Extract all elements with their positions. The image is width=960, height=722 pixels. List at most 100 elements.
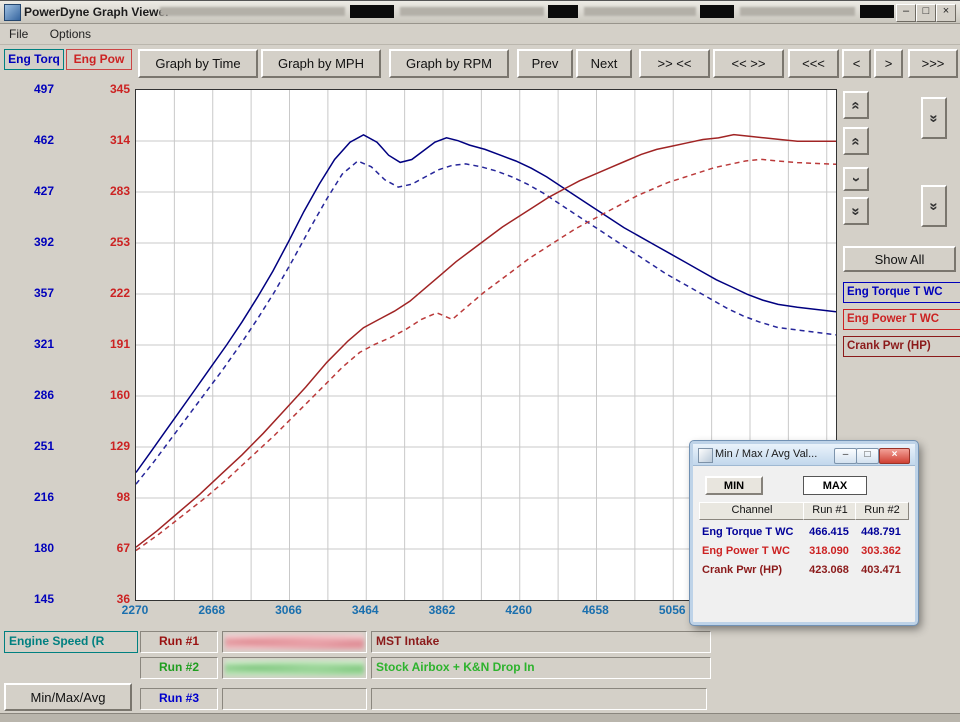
scroll-down-double-icon[interactable]: » [843, 197, 869, 225]
rpm-tick-label: 5056 [650, 603, 694, 617]
redacted-text [225, 634, 364, 650]
dialog-icon [698, 448, 713, 463]
torque-tick-label: 145 [14, 592, 54, 606]
rpm-tick-label: 4260 [497, 603, 541, 617]
show-all-button[interactable]: Show All [843, 246, 956, 272]
table-row-run2-value: 403.471 [855, 564, 907, 578]
zoom-in-button[interactable]: >> << [639, 49, 710, 78]
dialog-maximize-button[interactable]: □ [856, 448, 879, 464]
pan-right-button[interactable]: > [874, 49, 903, 78]
torque-tick-label: 251 [14, 439, 54, 453]
torque-tick-label: 462 [14, 133, 54, 147]
legend-eng-torque[interactable]: Eng Torque T WC [843, 282, 960, 303]
power-tick-label: 191 [90, 337, 130, 351]
torque-tick-label: 321 [14, 337, 54, 351]
run1-name-field-redacted [222, 631, 367, 653]
graph-by-rpm-button[interactable]: Graph by RPM [389, 49, 509, 78]
power-tick-label: 253 [90, 235, 130, 249]
engine-speed-field[interactable]: Engine Speed (R [4, 631, 138, 653]
next-button[interactable]: Next [576, 49, 632, 78]
run3-label: Run #3 [140, 688, 218, 710]
redacted-text [548, 5, 578, 18]
power-tick-label: 129 [90, 439, 130, 453]
torque-tick-label: 392 [14, 235, 54, 249]
run1-label: Run #1 [140, 631, 218, 653]
chevron-up-icon: « [849, 137, 864, 145]
app-icon [4, 4, 21, 21]
legend-crank-pwr[interactable]: Crank Pwr (HP) [843, 336, 960, 357]
maximize-button[interactable]: □ [916, 4, 936, 22]
scroll-up-double-icon[interactable]: « [843, 127, 869, 155]
run3-name-field [222, 688, 367, 710]
torque-axis-header[interactable]: Eng Torq [4, 49, 64, 70]
chevron-down-icon: › [849, 177, 864, 182]
torque-tick-label: 497 [14, 82, 54, 96]
dialog-close-button[interactable]: × [879, 448, 910, 464]
redacted-text [225, 660, 364, 676]
power-tick-label: 222 [90, 286, 130, 300]
dialog-minimize-button[interactable]: – [834, 448, 857, 464]
legend-eng-power[interactable]: Eng Power T WC [843, 309, 960, 330]
power-tick-label: 283 [90, 184, 130, 198]
table-row-channel: Eng Torque T WC [702, 526, 803, 540]
pan-left-button[interactable]: < [842, 49, 871, 78]
powerdyne-window: { "window": { "title": "PowerDyne Graph … [0, 0, 960, 721]
column-header-run2: Run #2 [855, 502, 909, 520]
scroll-down-double-icon[interactable]: » [921, 97, 947, 139]
chevron-up-icon: « [849, 101, 864, 109]
column-header-channel: Channel [699, 502, 805, 520]
redacted-text [700, 5, 734, 18]
graph-by-mph-button[interactable]: Graph by MPH [261, 49, 381, 78]
table-row-channel: Eng Power T WC [702, 545, 803, 559]
close-button[interactable]: × [936, 4, 956, 22]
menu-options[interactable]: Options [41, 24, 100, 43]
title-bar: PowerDyne Graph Viewer – □ × [0, 1, 960, 24]
rpm-tick-label: 3464 [343, 603, 387, 617]
min-max-avg-button[interactable]: Min/Max/Avg [4, 683, 132, 711]
redacted-text [160, 7, 345, 16]
torque-tick-label: 427 [14, 184, 54, 198]
table-row-channel: Crank Pwr (HP) [702, 564, 803, 578]
zoom-out-button[interactable]: << >> [713, 49, 784, 78]
redacted-text [740, 7, 855, 16]
redacted-text [584, 7, 696, 16]
chevron-down-icon: » [927, 114, 942, 122]
minmax-dialog: Min / Max / Avg Val... – □ × MIN MAX Cha… [690, 441, 918, 625]
scroll-down-single-icon[interactable]: › [843, 167, 869, 191]
menu-file[interactable]: File [0, 24, 37, 43]
power-tick-label: 98 [90, 490, 130, 504]
rpm-tick-label: 3066 [266, 603, 310, 617]
dialog-title: Min / Max / Avg Val... [715, 448, 817, 460]
redacted-text [350, 5, 394, 18]
window-bottom-border [0, 713, 960, 722]
table-row-run1-value: 466.415 [803, 526, 855, 540]
scroll-down-double-icon[interactable]: » [921, 185, 947, 227]
run3-note-field [371, 688, 707, 710]
prev-button[interactable]: Prev [517, 49, 573, 78]
rpm-tick-label: 2668 [190, 603, 234, 617]
max-tab-button[interactable]: MAX [803, 476, 867, 495]
redacted-text [400, 7, 544, 16]
rpm-tick-label: 4658 [573, 603, 617, 617]
table-row-run2-value: 303.362 [855, 545, 907, 559]
column-header-run1: Run #1 [803, 502, 857, 520]
window-title: PowerDyne Graph Viewer [24, 5, 170, 19]
torque-tick-label: 180 [14, 541, 54, 555]
rpm-tick-label: 2270 [113, 603, 157, 617]
graph-by-time-button[interactable]: Graph by Time [138, 49, 258, 78]
scroll-up-double-icon[interactable]: « [843, 91, 869, 119]
series-eng-torque-t-wc-run-1 [136, 135, 836, 473]
min-tab-button[interactable]: MIN [705, 476, 763, 495]
pan-far-left-button[interactable]: <<< [788, 49, 839, 78]
minimize-button[interactable]: – [896, 4, 916, 22]
power-axis-header[interactable]: Eng Pow [66, 49, 132, 70]
redacted-text [860, 5, 894, 18]
run2-label: Run #2 [140, 657, 218, 679]
chevron-down-icon: » [927, 202, 942, 210]
torque-tick-label: 357 [14, 286, 54, 300]
pan-far-right-button[interactable]: >>> [908, 49, 958, 78]
power-tick-label: 67 [90, 541, 130, 555]
run2-name-field-redacted [222, 657, 367, 679]
menu-bar: File Options [0, 24, 960, 45]
torque-tick-label: 286 [14, 388, 54, 402]
